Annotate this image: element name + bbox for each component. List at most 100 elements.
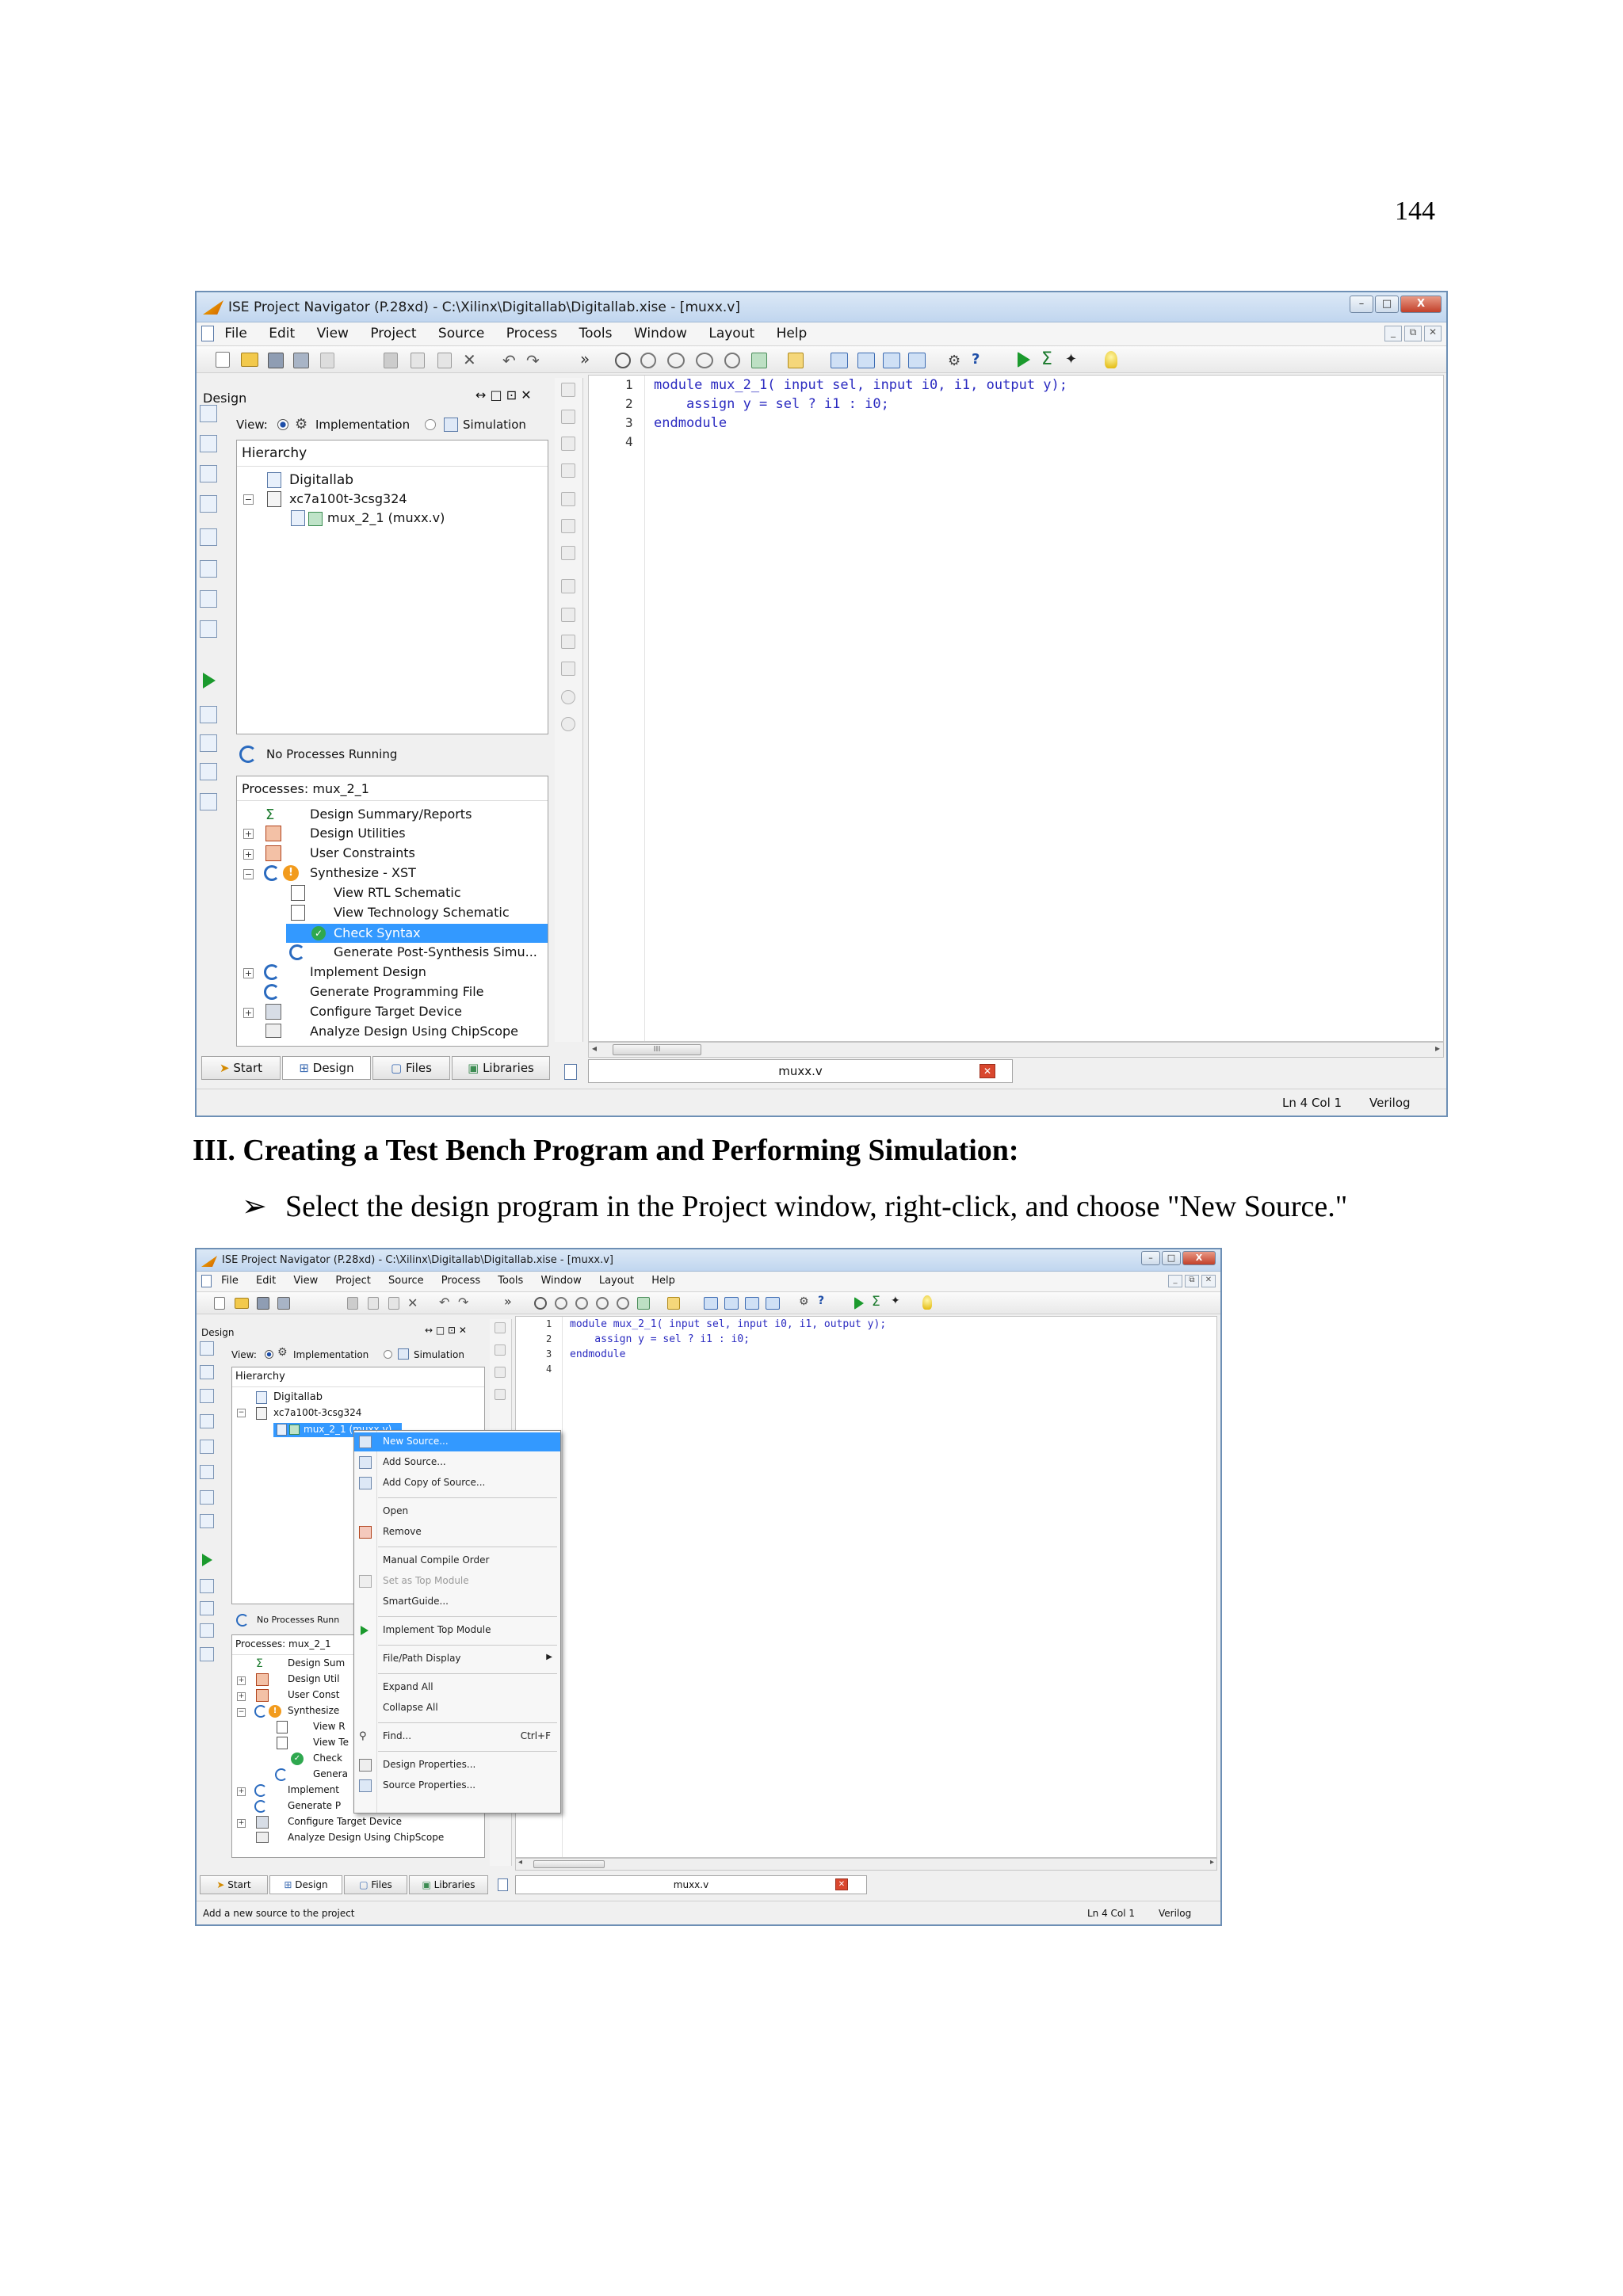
- simulation-label[interactable]: Simulation: [463, 418, 526, 432]
- side-tool-icon[interactable]: [200, 1440, 214, 1454]
- process-generate-post-synthesis[interactable]: Generate Post-Synthesis Simu...: [334, 944, 537, 959]
- comment-icon[interactable]: [561, 437, 575, 451]
- menu-item-new-source[interactable]: New Source...: [354, 1432, 560, 1451]
- mdi-restore-button[interactable]: ⧉: [1404, 326, 1422, 341]
- tile-horizontal-icon[interactable]: [857, 353, 875, 368]
- process-synthesize[interactable]: Synthesize - XST: [310, 865, 416, 880]
- implementation-radio[interactable]: [265, 1350, 273, 1359]
- menu-source[interactable]: Source: [388, 1275, 424, 1287]
- process-implement-design[interactable]: Implement Design: [310, 964, 426, 979]
- menu-edit[interactable]: Edit: [256, 1275, 276, 1287]
- menu-project[interactable]: Project: [370, 326, 416, 341]
- side-tool-icon[interactable]: [200, 1601, 214, 1615]
- simulation-label[interactable]: Simulation: [414, 1349, 464, 1360]
- side-tool-icon[interactable]: [200, 495, 217, 513]
- tab-start[interactable]: ➤ Start: [201, 1056, 281, 1080]
- side-tool-icon[interactable]: [200, 465, 217, 482]
- replace-icon[interactable]: [596, 1297, 609, 1310]
- save-all-icon[interactable]: [277, 1297, 290, 1310]
- side-tool-icon[interactable]: [200, 706, 217, 723]
- editor-tab-close-button[interactable]: ✕: [835, 1878, 848, 1890]
- tree-item-module[interactable]: mux_2_1 (muxx.v): [327, 510, 445, 525]
- toolbar-overflow-icon[interactable]: »: [580, 349, 594, 368]
- scroll-left-arrow[interactable]: ◂: [518, 1858, 522, 1867]
- save-icon[interactable]: [268, 353, 284, 368]
- menu-window[interactable]: Window: [540, 1275, 581, 1287]
- side-tool-icon[interactable]: [200, 560, 217, 578]
- tile-vertical-icon[interactable]: [883, 353, 900, 368]
- tree-expand-toggle[interactable]: +: [243, 968, 254, 978]
- tree-expand-toggle[interactable]: +: [243, 849, 254, 860]
- cascade-icon[interactable]: [704, 1297, 718, 1310]
- tree-collapse-toggle[interactable]: −: [237, 1409, 246, 1417]
- zoom-icon[interactable]: [724, 353, 740, 368]
- minimize-button[interactable]: –: [1350, 296, 1373, 313]
- menu-layout[interactable]: Layout: [708, 326, 754, 341]
- highlight-icon[interactable]: [561, 579, 575, 593]
- process-generate-post-synthesis[interactable]: Genera: [313, 1768, 348, 1779]
- side-tool-icon[interactable]: [200, 1365, 214, 1379]
- zoom-out-icon[interactable]: [561, 717, 575, 731]
- mdi-minimize-button[interactable]: _: [1384, 326, 1402, 341]
- editor-horizontal-scrollbar[interactable]: ◂ III ▸: [588, 1042, 1444, 1058]
- search-next-icon[interactable]: [640, 353, 656, 368]
- undo-icon[interactable]: ↶: [502, 351, 517, 370]
- cut-icon[interactable]: [347, 1297, 358, 1310]
- process-generate-programming-file[interactable]: Generate Programming File: [310, 984, 484, 999]
- side-tool-icon[interactable]: [200, 1341, 214, 1356]
- zoom-icon[interactable]: [617, 1297, 629, 1310]
- search-icon[interactable]: [615, 353, 631, 368]
- help-icon[interactable]: ?: [818, 1295, 831, 1309]
- tree-expand-toggle[interactable]: +: [237, 1787, 246, 1796]
- bookmark-icon[interactable]: [667, 1297, 680, 1310]
- menu-item-manual-compile-order[interactable]: Manual Compile Order: [354, 1551, 560, 1570]
- side-tool-icon[interactable]: [200, 1389, 214, 1403]
- code-editor[interactable]: 1 2 3 4 module mux_2_1( input sel, input…: [515, 1316, 1217, 1858]
- tree-expand-toggle[interactable]: +: [243, 829, 254, 839]
- clear-highlight-icon[interactable]: [561, 662, 575, 676]
- process-check-syntax[interactable]: Check: [313, 1753, 342, 1764]
- design-panel-buttons[interactable]: ↔ □ ⊡ ✕: [425, 1325, 467, 1336]
- process-configure-target[interactable]: Configure Target Device: [288, 1816, 402, 1827]
- scroll-thumb[interactable]: III: [613, 1044, 701, 1055]
- menu-project[interactable]: Project: [335, 1275, 370, 1287]
- process-user-constraints[interactable]: User Constraints: [310, 845, 415, 860]
- process-analyze-chipscope[interactable]: Analyze Design Using ChipScope: [288, 1832, 444, 1843]
- redo-icon[interactable]: ↷: [526, 351, 540, 370]
- run-process-icon[interactable]: [202, 1554, 212, 1566]
- side-tool-icon[interactable]: [200, 1414, 214, 1428]
- menu-item-source-properties[interactable]: Source Properties...: [354, 1776, 560, 1795]
- undo-icon[interactable]: ↶: [439, 1295, 450, 1310]
- editor-tab-close-button[interactable]: ✕: [980, 1064, 995, 1078]
- implementation-label[interactable]: Implementation: [293, 1349, 369, 1360]
- mdi-restore-button[interactable]: ⧉: [1185, 1275, 1199, 1287]
- paste-icon[interactable]: [388, 1297, 399, 1310]
- mdi-close-button[interactable]: ✕: [1424, 326, 1442, 341]
- highlight-prev-icon[interactable]: [561, 635, 575, 649]
- scroll-right-arrow[interactable]: ▸: [1435, 1043, 1440, 1054]
- tile-horizontal-icon[interactable]: [724, 1297, 739, 1310]
- maximize-button[interactable]: □: [1375, 296, 1399, 313]
- scroll-left-arrow[interactable]: ◂: [592, 1043, 597, 1054]
- outdent-icon[interactable]: [561, 410, 575, 424]
- menu-item-find[interactable]: ⚲ Find... Ctrl+F: [354, 1727, 560, 1746]
- new-file-icon[interactable]: [214, 1297, 225, 1310]
- run-process-icon[interactable]: [203, 673, 216, 688]
- open-folder-icon[interactable]: [241, 353, 258, 367]
- uncomment-icon[interactable]: [561, 463, 575, 478]
- tab-start[interactable]: ➤ Start: [200, 1875, 268, 1894]
- scroll-thumb[interactable]: [533, 1860, 605, 1868]
- delete-icon[interactable]: ✕: [407, 1295, 418, 1310]
- side-tool-icon[interactable]: [200, 1623, 214, 1638]
- process-design-utilities[interactable]: Design Utilities: [310, 826, 406, 841]
- menu-item-implement-top-module[interactable]: Implement Top Module: [354, 1621, 560, 1640]
- process-design-summary[interactable]: Design Summary/Reports: [310, 807, 472, 822]
- side-tool-icon[interactable]: [200, 405, 217, 422]
- maximize-button[interactable]: □: [1162, 1251, 1181, 1265]
- menu-process[interactable]: Process: [506, 326, 558, 341]
- side-tool-icon[interactable]: [200, 1465, 214, 1479]
- tree-collapse-toggle[interactable]: −: [243, 494, 254, 505]
- side-tool-icon[interactable]: [200, 620, 217, 638]
- open-folder-icon[interactable]: [235, 1298, 249, 1309]
- process-configure-target[interactable]: Configure Target Device: [310, 1004, 462, 1019]
